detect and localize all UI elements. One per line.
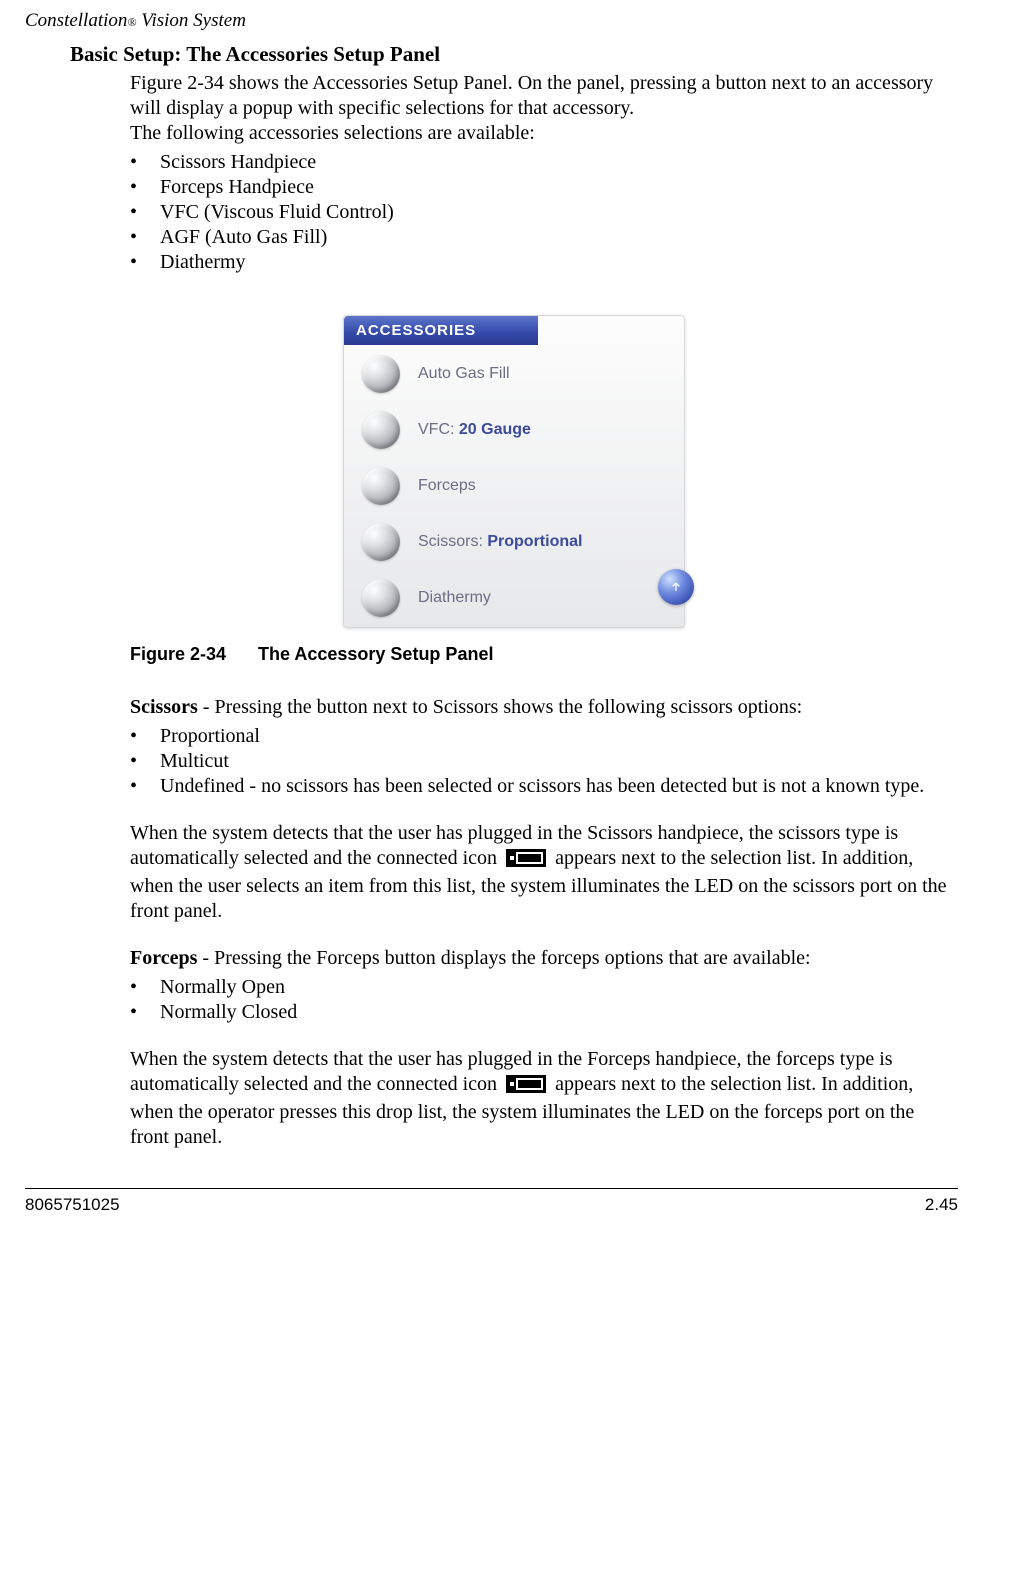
list-item: Forceps Handpiece [130, 175, 958, 200]
section-heading: Basic Setup: The Accessories Setup Panel [70, 42, 958, 67]
agf-button[interactable] [362, 355, 400, 393]
list-item: VFC (Viscous Fluid Control) [130, 200, 958, 225]
panel-row-scissors: Scissors: Proportional [344, 515, 684, 571]
diathermy-button[interactable] [362, 579, 400, 617]
list-item: Scissors Handpiece [130, 150, 958, 175]
accessories-panel: ACCESSORIES Auto Gas Fill VFC: 20 Gauge [343, 315, 685, 628]
scissors-detect-paragraph: When the system detects that the user ha… [130, 821, 958, 924]
figure-title: The Accessory Setup Panel [258, 644, 493, 664]
scissors-lede: Scissors - Pressing the button next to S… [130, 695, 958, 720]
figure-caption: Figure 2-34 The Accessory Setup Panel [130, 644, 958, 665]
forceps-lede: Forceps - Pressing the Forceps button di… [130, 946, 958, 971]
list-item: AGF (Auto Gas Fill) [130, 225, 958, 250]
list-item: Proportional [130, 724, 958, 749]
forceps-options: Normally Open Normally Closed [130, 975, 958, 1025]
forceps-detect-paragraph: When the system detects that the user ha… [130, 1047, 958, 1150]
diathermy-label: Diathermy [418, 589, 491, 607]
list-item: Undefined - no scissors has been selecte… [130, 774, 958, 799]
forceps-label-text: Forceps [418, 477, 476, 494]
list-item: Diathermy [130, 250, 958, 275]
registered-mark: ® [127, 15, 136, 29]
scissors-lede-text: - Pressing the button next to Scissors s… [198, 696, 802, 718]
product-suffix: Vision System [137, 10, 246, 31]
scissors-options: Proportional Multicut Undefined - no sci… [130, 724, 958, 799]
connected-icon [506, 1075, 546, 1100]
connected-icon [506, 849, 546, 874]
scissors-label-text: Scissors: [418, 533, 487, 550]
footer-docnum: 8065751025 [25, 1195, 120, 1215]
list-item: Multicut [130, 749, 958, 774]
panel-row-vfc: VFC: 20 Gauge [344, 403, 684, 459]
vfc-button[interactable] [362, 411, 400, 449]
scissors-title: Scissors [130, 696, 198, 718]
agf-label: Auto Gas Fill [418, 365, 510, 383]
intro-paragraph-1: Figure 2-34 shows the Accessories Setup … [130, 71, 958, 121]
panel-title: ACCESSORIES [344, 316, 538, 345]
diathermy-label-text: Diathermy [418, 589, 491, 606]
footer-pagenum: 2.45 [925, 1195, 958, 1215]
agf-label-text: Auto Gas Fill [418, 365, 510, 382]
list-item: Normally Open [130, 975, 958, 1000]
scissors-label: Scissors: Proportional [418, 533, 582, 551]
vfc-label-text: VFC: [418, 421, 459, 438]
expand-icon[interactable] [658, 569, 694, 605]
accessories-list: Scissors Handpiece Forceps Handpiece VFC… [130, 150, 958, 275]
forceps-lede-text: - Pressing the Forceps button displays t… [197, 947, 810, 969]
panel-row-diathermy: Diathermy [344, 571, 684, 627]
forceps-label: Forceps [418, 477, 476, 495]
intro-paragraph-2: The following accessories selections are… [130, 121, 958, 146]
product-name: Constellation [25, 10, 127, 31]
scissors-button[interactable] [362, 523, 400, 561]
panel-row-agf: Auto Gas Fill [344, 345, 684, 403]
vfc-label: VFC: 20 Gauge [418, 421, 531, 439]
figure-number: Figure 2-34 [130, 644, 226, 664]
page-footer: 8065751025 2.45 [25, 1188, 958, 1215]
forceps-title: Forceps [130, 947, 197, 969]
page-header: Constellation® Vision System [25, 10, 958, 32]
forceps-button[interactable] [362, 467, 400, 505]
panel-row-forceps: Forceps [344, 459, 684, 515]
vfc-value: 20 Gauge [459, 421, 531, 438]
scissors-value: Proportional [487, 533, 582, 550]
list-item: Normally Closed [130, 1000, 958, 1025]
